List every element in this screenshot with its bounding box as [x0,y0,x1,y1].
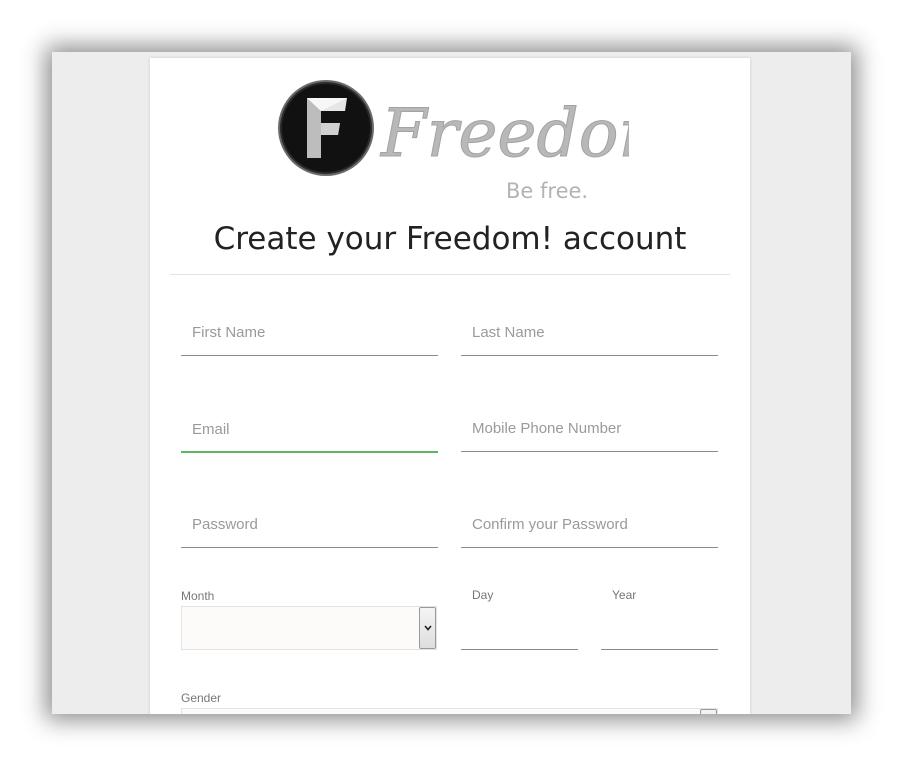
browser-viewport: Freedom! Be free. Create your Freedom! a… [52,52,851,714]
signup-card: Freedom! Be free. Create your Freedom! a… [150,58,750,714]
freedom-logo-badge-icon [278,80,374,176]
gender-label: Gender [181,691,222,705]
gender-select-arrow[interactable] [700,709,717,714]
brand-logo: Freedom! Be free. [276,78,630,208]
last-name-input[interactable] [461,312,718,352]
month-select-arrow[interactable] [419,607,436,649]
freedom-wordmark-logo: Freedom! [380,95,630,173]
chevron-down-icon [424,625,432,631]
month-select[interactable] [181,606,437,650]
password-field [181,504,438,548]
mobile-phone-field [461,408,718,452]
email-input[interactable] [181,409,438,449]
confirm-password-input[interactable] [461,504,718,544]
last-name-field [461,312,718,356]
year-input[interactable] [601,606,718,646]
year-field [601,606,718,650]
first-name-field [181,312,438,356]
mobile-phone-input[interactable] [461,408,718,448]
first-name-input[interactable] [181,312,438,352]
day-label: Day [472,588,494,602]
month-label: Month [181,589,215,603]
title-divider [170,274,730,275]
password-input[interactable] [181,504,438,544]
wordmark-text: Freedom! [380,95,629,172]
day-input[interactable] [461,606,578,646]
confirm-password-field [461,504,718,548]
year-label: Year [612,588,637,602]
gender-select[interactable] [181,708,718,714]
page-title: Create your Freedom! account [213,221,687,257]
email-field [181,409,438,453]
brand-tagline: Be free. [506,179,589,203]
day-field [461,606,578,650]
